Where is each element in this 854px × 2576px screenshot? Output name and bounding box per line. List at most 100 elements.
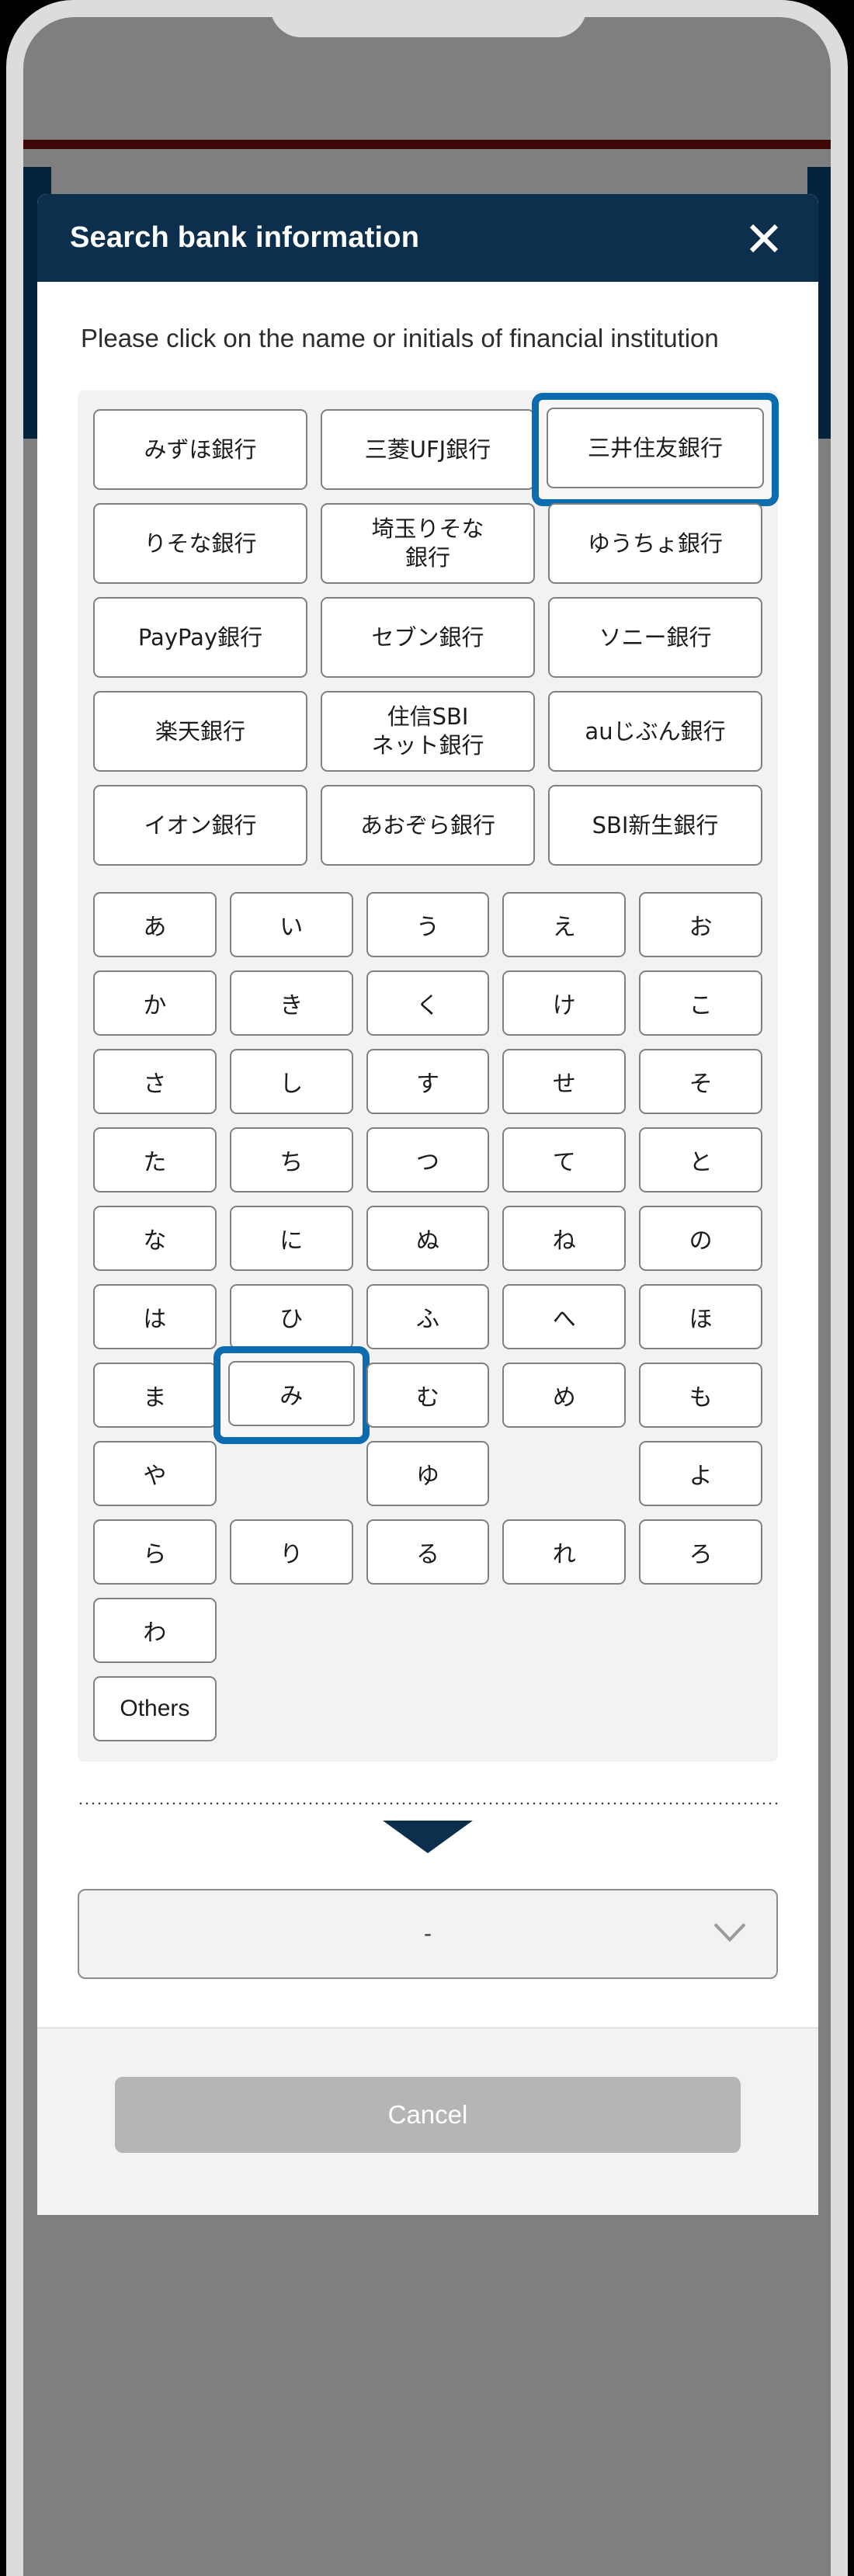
kana-button[interactable]: ぬ	[366, 1206, 490, 1272]
screenshot-root: Search bank information Please click on …	[0, 0, 854, 2576]
kana-button[interactable]: く	[366, 970, 490, 1036]
kana-button[interactable]: て	[502, 1127, 627, 1193]
bank-cell: あおぞら銀行	[321, 785, 535, 866]
kana-button[interactable]: さ	[93, 1049, 217, 1115]
bank-button[interactable]: ゆうちょ銀行	[548, 503, 762, 585]
modal-footer: Cancel	[37, 2027, 818, 2216]
kana-button[interactable]: わ	[93, 1598, 217, 1664]
chevron-down-icon	[713, 1922, 747, 1946]
bank-cell: 埼玉りそな 銀行	[321, 503, 535, 585]
kana-button[interactable]: す	[366, 1049, 490, 1115]
kana-button[interactable]: れ	[502, 1519, 627, 1585]
kana-button[interactable]: ね	[502, 1206, 627, 1272]
phone-screen: Search bank information Please click on …	[23, 17, 831, 2576]
kana-cell: よ	[639, 1441, 762, 1507]
kana-button[interactable]: お	[639, 892, 762, 958]
bank-button[interactable]: イオン銀行	[93, 785, 307, 866]
bank-select[interactable]: -	[78, 1889, 778, 1980]
kana-cell: わ	[93, 1598, 217, 1664]
kana-button[interactable]: ら	[93, 1519, 217, 1585]
kana-button[interactable]: む	[366, 1363, 490, 1429]
kana-button[interactable]: よ	[639, 1441, 762, 1507]
kana-button[interactable]: ゆ	[366, 1441, 490, 1507]
kana-cell: る	[366, 1519, 490, 1585]
bank-cell: みずほ銀行	[93, 409, 307, 491]
phone-notch	[270, 0, 587, 37]
kana-button[interactable]: る	[366, 1519, 490, 1585]
bank-button[interactable]: 埼玉りそな 銀行	[321, 503, 535, 585]
bank-button[interactable]: 三井住友銀行	[547, 408, 764, 489]
kana-cell: お	[639, 892, 762, 958]
kana-button[interactable]: け	[502, 970, 627, 1036]
kana-cell: こ	[639, 970, 762, 1036]
bank-cell: SBI新生銀行	[548, 785, 762, 866]
kana-button[interactable]: た	[93, 1127, 217, 1193]
modal-header: Search bank information	[37, 194, 818, 282]
kana-cell: し	[229, 1049, 353, 1115]
bank-cell: ソニー銀行	[548, 597, 762, 679]
kana-row: なにぬねの	[93, 1206, 762, 1272]
bank-cell: PayPay銀行	[93, 597, 307, 679]
kana-button[interactable]: や	[93, 1441, 217, 1507]
kana-button[interactable]: う	[366, 892, 490, 958]
kana-button[interactable]: そ	[639, 1049, 762, 1115]
bank-button[interactable]: PayPay銀行	[93, 597, 307, 679]
modal-spacer	[37, 1979, 818, 2028]
kana-cell-empty	[366, 1598, 490, 1663]
kana-cell: あ	[93, 892, 217, 958]
bank-select-value: -	[424, 1921, 432, 1947]
others-button[interactable]: Others	[93, 1676, 217, 1742]
bank-cell: auじぶん銀行	[548, 691, 762, 772]
bank-button[interactable]: ソニー銀行	[548, 597, 762, 679]
bank-button[interactable]: セブン銀行	[321, 597, 535, 679]
kana-cell: さ	[93, 1049, 217, 1115]
kana-cell: と	[639, 1127, 762, 1193]
kana-cell: け	[502, 970, 627, 1036]
kana-button[interactable]: な	[93, 1206, 217, 1272]
kana-button[interactable]: め	[502, 1363, 627, 1429]
kana-button[interactable]: き	[229, 970, 353, 1036]
kana-button[interactable]: つ	[366, 1127, 490, 1193]
kana-button[interactable]: あ	[93, 892, 217, 958]
bank-button[interactable]: みずほ銀行	[93, 409, 307, 491]
kana-button[interactable]: も	[639, 1363, 762, 1429]
bank-button[interactable]: りそな銀行	[93, 503, 307, 585]
kana-cell: も	[639, 1363, 762, 1429]
kana-cell: く	[366, 970, 490, 1036]
bank-button[interactable]: auじぶん銀行	[548, 691, 762, 772]
kana-cell: ゆ	[366, 1441, 490, 1507]
bank-button[interactable]: 住信SBI ネット銀行	[321, 691, 535, 772]
bank-cell: 三菱UFJ銀行	[321, 409, 535, 491]
kana-button[interactable]: い	[229, 892, 353, 958]
bank-button[interactable]: SBI新生銀行	[548, 785, 762, 866]
instruction-text: Please click on the name or initials of …	[81, 324, 719, 352]
kana-button[interactable]: み	[227, 1361, 355, 1427]
kana-cell: つ	[366, 1127, 490, 1193]
kana-button[interactable]: ほ	[639, 1284, 762, 1350]
kana-button[interactable]: ち	[229, 1127, 353, 1193]
kana-button[interactable]: り	[229, 1519, 353, 1585]
bank-button[interactable]: あおぞら銀行	[321, 785, 535, 866]
bank-button[interactable]: 楽天銀行	[93, 691, 307, 772]
kana-button[interactable]: に	[229, 1206, 353, 1272]
close-icon[interactable]	[742, 217, 786, 260]
phone-frame: Search bank information Please click on …	[6, 0, 848, 2576]
kana-button[interactable]: ろ	[639, 1519, 762, 1585]
kana-cell: ぬ	[366, 1206, 490, 1272]
kana-button[interactable]: と	[639, 1127, 762, 1193]
bank-button[interactable]: 三菱UFJ銀行	[321, 409, 535, 491]
kana-cell-empty	[639, 1598, 762, 1663]
kana-button[interactable]: し	[229, 1049, 353, 1115]
kana-button[interactable]: の	[639, 1206, 762, 1272]
kana-button[interactable]: せ	[502, 1049, 627, 1115]
kana-button[interactable]: え	[502, 892, 627, 958]
kana-button[interactable]: ま	[93, 1363, 217, 1429]
kana-button[interactable]: か	[93, 970, 217, 1036]
cancel-button[interactable]: Cancel	[115, 2077, 741, 2154]
kana-button[interactable]: は	[93, 1284, 217, 1350]
kana-button[interactable]: ふ	[366, 1284, 490, 1350]
kana-button[interactable]: こ	[639, 970, 762, 1036]
kana-row: まみむめも	[93, 1346, 762, 1445]
kana-button[interactable]: へ	[502, 1284, 627, 1350]
kana-button[interactable]: ひ	[229, 1284, 353, 1350]
